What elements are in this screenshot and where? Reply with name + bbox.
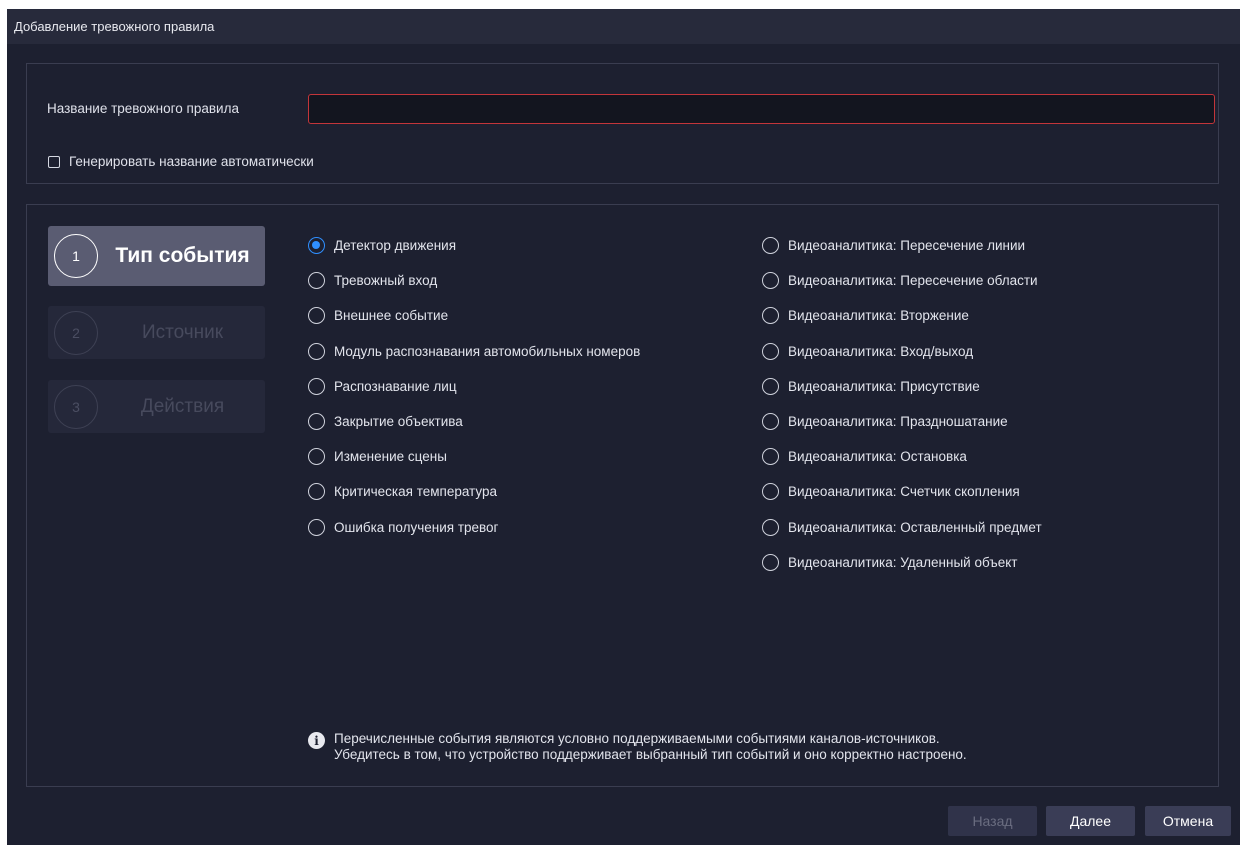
radio-button[interactable] (308, 377, 325, 395)
event-options-left: Детектор движения Тревожный вход Внешнее с… (308, 228, 640, 545)
next-button[interactable]: Далее (1046, 806, 1135, 836)
radio-button[interactable] (762, 272, 779, 290)
radio-button[interactable] (308, 518, 325, 536)
rule-name-label: Название тревожного правила (47, 101, 239, 116)
radio-button[interactable] (762, 413, 779, 431)
info-line-1: Перечисленные события являются условно п… (334, 731, 940, 746)
event-type-label[interactable]: Тревожный вход (334, 273, 437, 288)
info-icon: i (308, 732, 325, 749)
event-type-option[interactable]: Видеоаналитика: Вторжение (762, 298, 1042, 333)
step-source: 2 Источник (48, 306, 265, 359)
event-type-option[interactable]: Модуль распознавания автомобильных номер… (308, 334, 640, 369)
step-number: 3 (54, 385, 98, 429)
rule-name-input[interactable] (308, 94, 1215, 124)
event-type-label[interactable]: Видеоаналитика: Присутствие (788, 379, 980, 394)
event-type-option[interactable]: Видеоаналитика: Присутствие (762, 369, 1042, 404)
event-type-label[interactable]: Видеоаналитика: Вход/выход (788, 344, 973, 359)
step-number: 2 (54, 311, 98, 355)
radio-button[interactable] (308, 483, 325, 501)
radio-button[interactable] (762, 377, 779, 395)
event-type-option[interactable]: Видеоаналитика: Остановка (762, 439, 1042, 474)
auto-generate-name-label[interactable]: Генерировать название автоматически (69, 154, 314, 169)
radio-button[interactable] (762, 553, 779, 571)
radio-button[interactable] (762, 307, 779, 325)
event-type-option[interactable]: Распознавание лиц (308, 369, 640, 404)
event-type-label[interactable]: Видеоаналитика: Оставленный предмет (788, 520, 1042, 535)
event-type-label[interactable]: Модуль распознавания автомобильных номер… (334, 344, 640, 359)
auto-generate-name-row[interactable]: Генерировать название автоматически (48, 154, 314, 169)
window-title: Добавление тревожного правила (7, 9, 1240, 44)
step-label: Тип события (115, 244, 250, 267)
event-type-label[interactable]: Закрытие объектива (334, 414, 463, 429)
event-type-label[interactable]: Видеоаналитика: Пересечение области (788, 273, 1038, 288)
event-type-label[interactable]: Видеоаналитика: Вторжение (788, 308, 969, 323)
radio-button[interactable] (308, 307, 325, 325)
radio-button[interactable] (762, 448, 779, 466)
event-type-label[interactable]: Детектор движения (334, 238, 456, 253)
event-type-label[interactable]: Критическая температура (334, 484, 497, 499)
event-options-right: Видеоаналитика: Пересечение линии Видеоан… (762, 228, 1042, 580)
event-type-label[interactable]: Видеоаналитика: Счетчик скопления (788, 484, 1020, 499)
event-type-option[interactable]: Критическая температура (308, 474, 640, 509)
step-actions: 3 Действия (48, 380, 265, 433)
event-type-option[interactable]: Тревожный вход (308, 263, 640, 298)
event-type-option[interactable]: Видеоаналитика: Удаленный объект (762, 545, 1042, 580)
event-type-option[interactable]: Видеоаналитика: Оставленный предмет (762, 510, 1042, 545)
add-alarm-rule-dialog: Добавление тревожного правила Название т… (7, 9, 1240, 845)
event-type-panel: 1 Тип события 2 Источник 3 Действия Дете… (26, 204, 1219, 787)
event-type-label[interactable]: Ошибка получения тревог (334, 520, 498, 535)
event-type-label[interactable]: Внешнее событие (334, 308, 448, 323)
event-type-option[interactable]: Видеоаналитика: Счетчик скопления (762, 474, 1042, 509)
event-type-label[interactable]: Видеоаналитика: Пересечение линии (788, 238, 1025, 253)
radio-button[interactable] (762, 483, 779, 501)
radio-button[interactable] (308, 237, 325, 255)
event-type-label[interactable]: Видеоаналитика: Удаленный объект (788, 555, 1017, 570)
step-label: Действия (140, 395, 225, 417)
event-type-option[interactable]: Детектор движения (308, 228, 640, 263)
event-type-label[interactable]: Изменение сцены (334, 449, 447, 464)
step-event-type[interactable]: 1 Тип события (48, 226, 265, 286)
info-line-2: Убедитесь в том, что устройство поддержи… (334, 747, 967, 762)
radio-button[interactable] (308, 413, 325, 431)
radio-button[interactable] (762, 518, 779, 536)
radio-button[interactable] (762, 237, 779, 255)
back-button[interactable]: Назад (948, 806, 1037, 836)
info-note: i Перечисленные события являются условно… (308, 731, 967, 763)
event-type-option[interactable]: Ошибка получения тревог (308, 510, 640, 545)
radio-button[interactable] (308, 342, 325, 360)
event-type-option[interactable]: Видеоаналитика: Праздношатание (762, 404, 1042, 439)
event-type-option[interactable]: Внешнее событие (308, 298, 640, 333)
event-type-option[interactable]: Закрытие объектива (308, 404, 640, 439)
rule-name-panel: Название тревожного правила Генерировать… (26, 63, 1219, 184)
event-type-option[interactable]: Видеоаналитика: Пересечение линии (762, 228, 1042, 263)
event-type-label[interactable]: Распознавание лиц (334, 379, 457, 394)
step-label: Источник (141, 321, 224, 343)
step-number: 1 (54, 234, 98, 278)
event-type-option[interactable]: Видеоаналитика: Вход/выход (762, 334, 1042, 369)
cancel-button[interactable]: Отмена (1145, 806, 1231, 836)
event-type-label[interactable]: Видеоаналитика: Праздношатание (788, 414, 1008, 429)
event-type-option[interactable]: Изменение сцены (308, 439, 640, 474)
radio-button[interactable] (308, 448, 325, 466)
event-type-label[interactable]: Видеоаналитика: Остановка (788, 449, 967, 464)
auto-generate-name-checkbox[interactable] (48, 155, 60, 168)
radio-button[interactable] (762, 342, 779, 360)
radio-button[interactable] (308, 272, 325, 290)
event-type-option[interactable]: Видеоаналитика: Пересечение области (762, 263, 1042, 298)
